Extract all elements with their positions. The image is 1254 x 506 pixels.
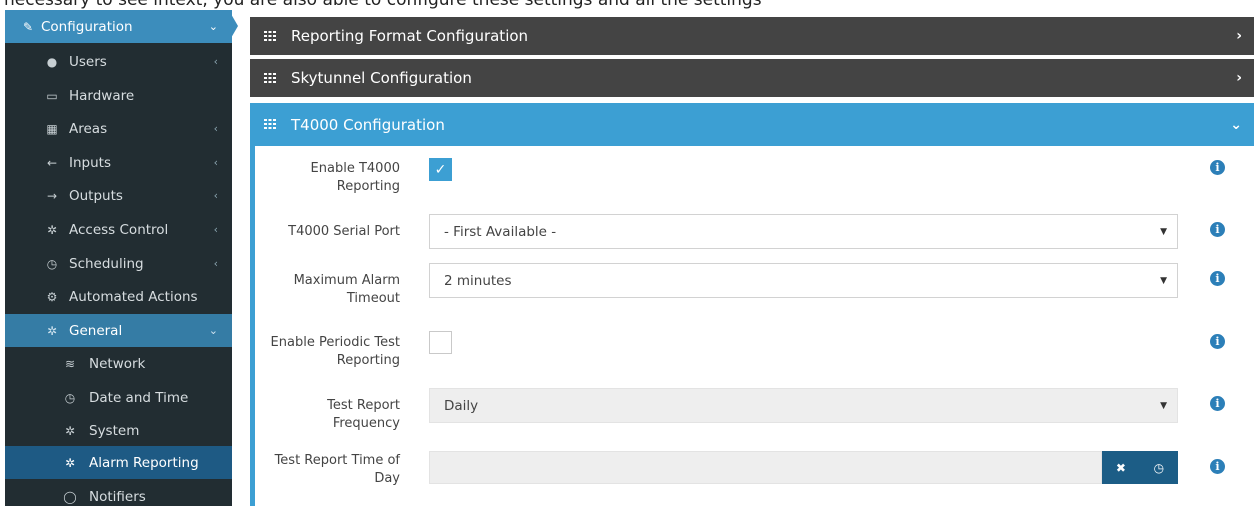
sidebar-item-hardware[interactable]: ▭ Hardware <box>5 79 232 112</box>
caret-down-icon: ▼ <box>1160 401 1167 411</box>
sidebar-item-alarm-reporting[interactable]: ✲ Alarm Reporting <box>5 446 232 479</box>
info-icon[interactable]: i <box>1210 396 1225 411</box>
sidebar-item-configuration[interactable]: ✎ Configuration ⌄ <box>5 10 238 43</box>
info-icon[interactable]: i <box>1210 222 1225 237</box>
test-freq-value: Daily <box>444 397 479 414</box>
chevron-down-icon: ⌄ <box>208 20 218 33</box>
max-alarm-value: 2 minutes <box>444 272 512 289</box>
sidebar-item-access-control[interactable]: ✲ Access Control ‹ <box>5 213 232 246</box>
sidebar-item-users[interactable]: ● Users ‹ <box>5 45 232 78</box>
panel-header-skytunnel[interactable]: Skytunnel Configuration › <box>250 59 1254 97</box>
max-alarm-label: Maximum Alarm Timeout <box>293 273 400 306</box>
sidebar-item-automated-actions[interactable]: ⚙ Automated Actions <box>5 280 232 313</box>
sidebar-item-general[interactable]: ✲ General ⌄ <box>5 314 232 347</box>
arrow-right-icon: → <box>46 188 58 203</box>
sidebar-item-outputs[interactable]: → Outputs ‹ <box>5 179 232 212</box>
active-notch <box>231 14 238 38</box>
serial-port-select[interactable]: - First Available - ▼ <box>429 214 1178 249</box>
table-icon <box>264 73 276 83</box>
edit-icon: ✎ <box>22 19 34 34</box>
panel-header-t4000[interactable]: T4000 Configuration ⌄ <box>250 103 1254 146</box>
test-time-label: Test Report Time of Day <box>274 453 400 486</box>
sidebar-item-date-and-time[interactable]: ◷ Date and Time <box>5 381 232 414</box>
chevron-left-icon: ‹ <box>213 223 218 236</box>
clock-icon[interactable]: ◷ <box>1154 461 1164 475</box>
sidebar-item-system[interactable]: ✲ System <box>5 414 232 447</box>
caret-down-icon: ▼ <box>1160 227 1167 237</box>
panel-header-reporting-format[interactable]: Reporting Format Configuration › <box>250 17 1254 55</box>
chevron-right-icon: › <box>1236 70 1242 86</box>
enable-t4000-label: Enable T4000 Reporting <box>310 161 400 194</box>
info-icon[interactable]: i <box>1210 160 1225 175</box>
sidebar: ✎ Configuration ⌄ ● Users ‹ ▭ Hardware ▦… <box>5 10 238 506</box>
info-icon[interactable]: i <box>1210 459 1225 474</box>
chevron-right-icon: › <box>1236 28 1242 44</box>
gears-icon: ⚙ <box>46 289 58 304</box>
check-icon: ✓ <box>434 161 447 178</box>
user-icon: ● <box>46 54 58 69</box>
chevron-left-icon: ‹ <box>213 257 218 270</box>
comment-icon: ◯ <box>63 489 77 504</box>
table-icon <box>264 31 276 41</box>
sidebar-item-scheduling[interactable]: ◷ Scheduling ‹ <box>5 247 232 280</box>
wifi-icon: ≋ <box>64 356 76 371</box>
info-icon[interactable]: i <box>1210 334 1225 349</box>
hard-drive-icon: ▭ <box>46 88 58 103</box>
gear-icon: ✲ <box>46 323 58 338</box>
periodic-test-checkbox[interactable] <box>429 331 452 354</box>
chevron-left-icon: ‹ <box>213 156 218 169</box>
info-icon[interactable]: i <box>1210 271 1225 286</box>
enable-t4000-checkbox[interactable]: ✓ <box>429 158 452 181</box>
test-frequency-select[interactable]: Daily ▼ <box>429 388 1178 423</box>
max-alarm-timeout-select[interactable]: 2 minutes ▼ <box>429 263 1178 298</box>
sidebar-item-notifiers[interactable]: ◯ Notifiers <box>5 480 232 506</box>
test-time-input[interactable] <box>429 451 1102 484</box>
time-picker-buttons: ✖ ◷ <box>1102 451 1178 484</box>
caret-down-icon: ▼ <box>1160 276 1167 286</box>
sidebar-item-inputs[interactable]: ← Inputs ‹ <box>5 146 232 179</box>
table-icon <box>264 119 276 129</box>
chevron-left-icon: ‹ <box>213 122 218 135</box>
sidebar-item-network[interactable]: ≋ Network <box>5 347 232 380</box>
clear-icon[interactable]: ✖ <box>1116 461 1126 475</box>
chevron-left-icon: ‹ <box>213 189 218 202</box>
periodic-test-label: Enable Periodic Test Reporting <box>270 335 400 368</box>
chevron-left-icon: ‹ <box>213 55 218 68</box>
arrow-left-icon: ← <box>46 155 58 170</box>
chevron-down-icon: ⌄ <box>208 324 218 337</box>
clock-icon: ◷ <box>64 390 76 405</box>
chevron-down-icon: ⌄ <box>1230 116 1242 133</box>
clipped-instruction-text: necessary to see intext, you are also ab… <box>0 0 1254 10</box>
serial-port-label: T4000 Serial Port <box>288 224 400 239</box>
sidebar-item-areas[interactable]: ▦ Areas ‹ <box>5 112 232 145</box>
serial-port-value: - First Available - <box>444 223 557 240</box>
gear-icon: ✲ <box>46 222 58 237</box>
clock-icon: ◷ <box>46 256 58 271</box>
gear-icon: ✲ <box>64 423 76 438</box>
test-freq-label: Test Report Frequency <box>327 398 400 431</box>
gear-icon: ✲ <box>64 455 76 470</box>
grid-icon: ▦ <box>46 121 58 136</box>
